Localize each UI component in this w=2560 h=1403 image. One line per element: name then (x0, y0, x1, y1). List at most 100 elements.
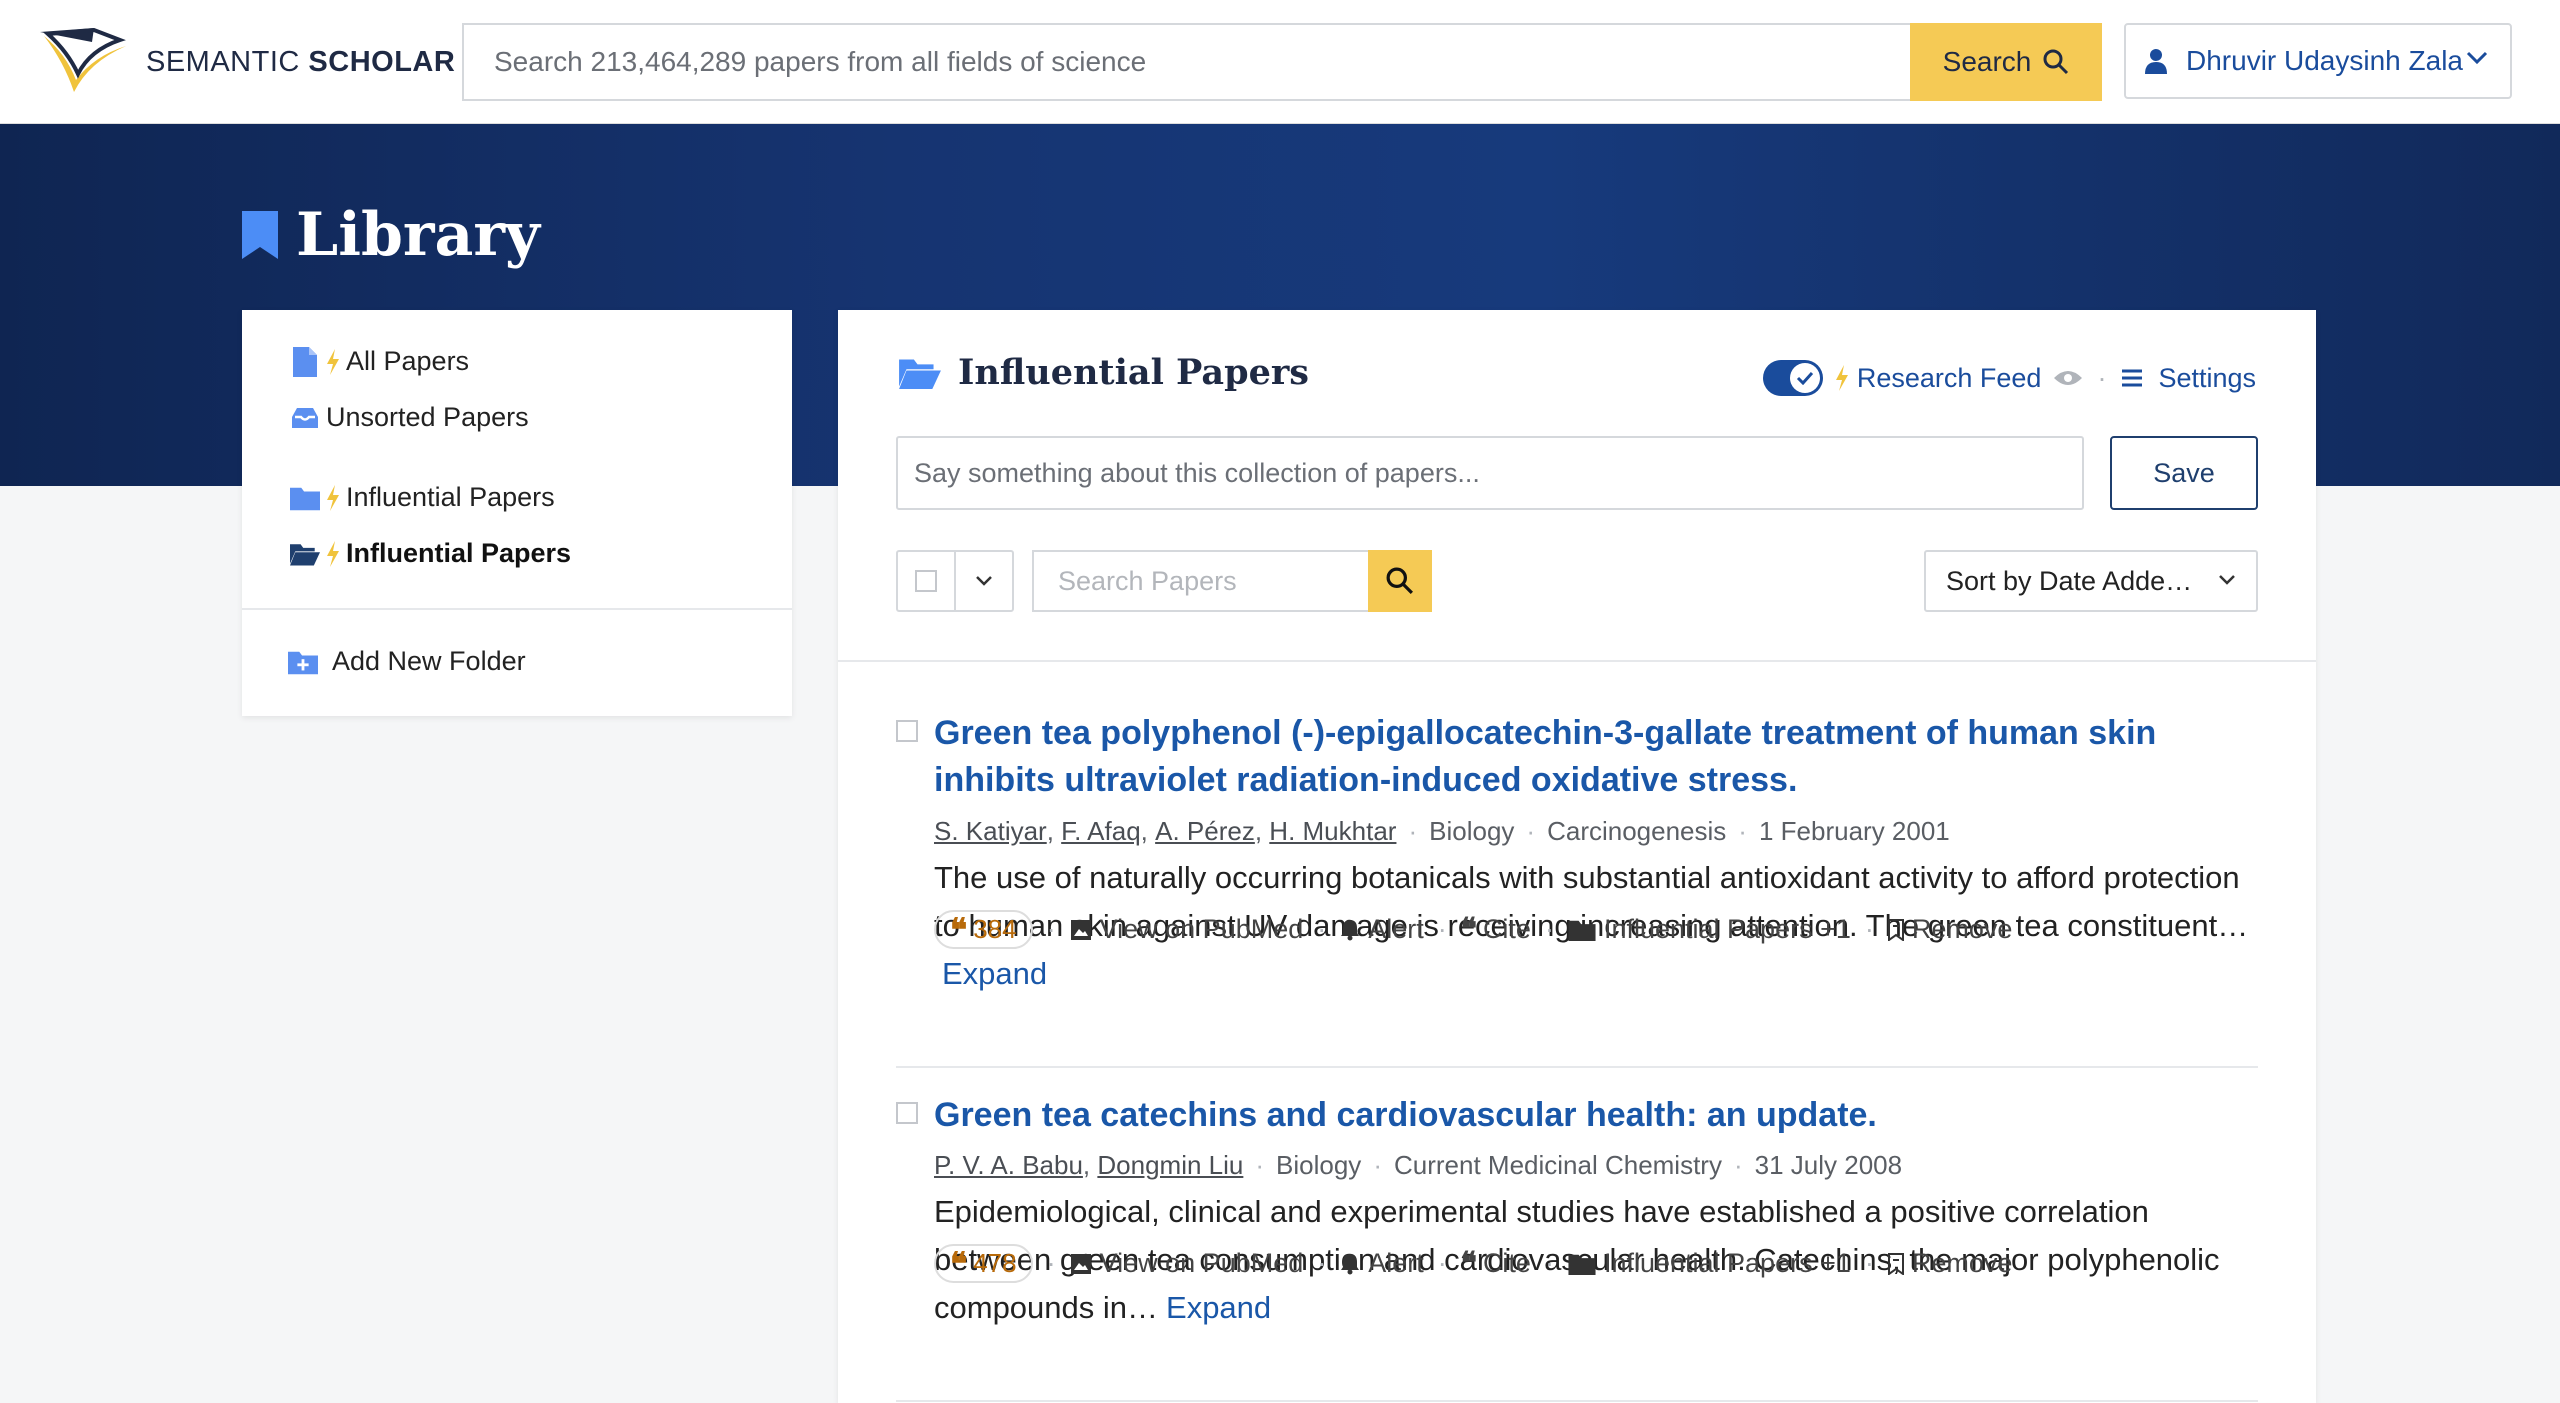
author-link[interactable]: Dongmin Liu (1097, 1150, 1243, 1181)
quote-icon: ❝ (1460, 1246, 1477, 1281)
sort-dropdown[interactable]: Sort by Date Adde… (1924, 550, 2258, 612)
semantic-scholar-logo[interactable]: SEMANTIC SCHOLAR (34, 22, 455, 102)
sort-label: Sort by Date Adde… (1946, 565, 2193, 596)
alert-button[interactable]: Alert (1340, 1248, 1424, 1279)
sidebar-divider (242, 608, 792, 610)
author-link[interactable]: S. Katiyar (934, 816, 1047, 847)
alert-button[interactable]: Alert (1340, 914, 1424, 945)
remove-button[interactable]: Remove (1887, 1248, 2012, 1279)
folder-icon (290, 487, 320, 510)
paper-meta: P. V. A. Babu, Dongmin Liu · Biology · Cur… (934, 1150, 1903, 1181)
toolbar-divider (838, 660, 2316, 662)
bolt-icon (327, 348, 339, 375)
inbox-icon (292, 407, 318, 428)
folder-panel: Influential Papers Research Feed · Setti… (838, 310, 2316, 1403)
separator-dot: · (2097, 362, 2107, 393)
bulk-select-control[interactable] (896, 550, 1014, 612)
search-button[interactable]: Search (1910, 23, 2102, 101)
research-feed-toggle[interactable] (1762, 360, 1823, 396)
quote-icon: ❝ (950, 910, 968, 949)
feed-controls: Research Feed · Settings (1762, 360, 2256, 396)
chevron-down-icon (2466, 51, 2488, 65)
author-link[interactable]: F. Afaq (1061, 816, 1141, 847)
paper-venue: Current Medicinal Chemistry (1393, 1150, 1722, 1180)
author-link[interactable]: H. Mukhtar (1269, 816, 1396, 847)
paper-actions: ❝ 384 · View on PubMed · Alert · ❝ Cite · … (934, 910, 2012, 949)
external-image-icon (1070, 919, 1091, 940)
sidebar-item-all-papers[interactable]: All Papers (290, 346, 469, 377)
global-search-input[interactable]: Search 213,464,289 papers from all field… (462, 23, 1910, 101)
author-link[interactable]: A. Pérez (1155, 816, 1255, 847)
citation-count-badge[interactable]: ❝ 478 (934, 1244, 1033, 1283)
logo-mark-icon (40, 27, 126, 92)
paper-date: 31 July 2008 (1754, 1150, 1903, 1180)
paper-field: Biology (1429, 816, 1515, 846)
bolt-icon (1835, 365, 1848, 391)
view-on-pubmed-link[interactable]: View on PubMed (1070, 1248, 1303, 1279)
folders-button[interactable]: Influential Papers +1 (1568, 914, 1851, 945)
document-icon (293, 346, 317, 377)
settings-sliders-icon (2122, 369, 2143, 387)
sidebar-item-unsorted-papers[interactable]: Unsorted Papers (290, 402, 529, 433)
paper-actions-row: ❝ 478 · View on PubMed · Alert · ❝ Cite · … (896, 1244, 2258, 1284)
collection-description-input[interactable]: Say something about this collection of p… (896, 436, 2084, 510)
view-on-pubmed-link[interactable]: View on PubMed (1070, 914, 1303, 945)
citation-count-badge[interactable]: ❝ 384 (934, 910, 1033, 949)
user-menu-button[interactable]: Dhruvir Udaysinh Zala (2124, 23, 2512, 99)
remove-button[interactable]: Remove (1887, 914, 2012, 945)
cite-button[interactable]: ❝ Cite (1461, 1246, 1531, 1281)
paper-title[interactable]: Green tea catechins and cardiovascular h… (934, 1092, 2264, 1139)
research-feed-label[interactable]: Research Feed (1857, 363, 2042, 394)
bookmark-remove-icon (1887, 1252, 1904, 1275)
sidebar-item-label: All Papers (346, 346, 470, 376)
search-placeholder: Search 213,464,289 papers from all field… (494, 46, 1147, 77)
search-button-label: Search (1942, 46, 2032, 77)
sidebar-item-label: Influential Papers (346, 538, 572, 568)
sidebar-item-influential-papers-active[interactable]: Influential Papers (290, 538, 571, 569)
save-button[interactable]: Save (2110, 436, 2258, 510)
user-name: Dhruvir Udaysinh Zala (2186, 45, 2463, 76)
search-papers-input[interactable]: Search Papers (1032, 550, 1368, 612)
quote-icon: ❝ (950, 1244, 968, 1283)
search-papers-button[interactable] (1368, 550, 1432, 612)
bolt-icon (327, 484, 339, 511)
paper-meta: S. Katiyar, F. Afaq, A. Pérez, H. Mukhta… (934, 816, 1950, 847)
bookmark-remove-icon (1887, 918, 1904, 941)
paper-title[interactable]: Green tea polyphenol (-)-epigallocatechi… (934, 710, 2264, 804)
bell-icon (1341, 919, 1360, 940)
folder-icon (1568, 1254, 1596, 1275)
paper-checkbox[interactable] (896, 720, 918, 742)
bolt-icon (327, 540, 339, 567)
bulk-select-dropdown[interactable] (956, 552, 1012, 610)
paper-checkbox[interactable] (896, 1102, 918, 1124)
chevron-down-icon (976, 576, 992, 586)
eye-icon[interactable] (2053, 368, 2083, 388)
folder-icon (1568, 920, 1596, 941)
sidebar-item-label: Influential Papers (346, 482, 555, 512)
bell-icon (1341, 1253, 1360, 1274)
sidebar-item-label: Unsorted Papers (326, 402, 529, 432)
add-new-folder-button[interactable]: Add New Folder (288, 646, 526, 677)
paper-date: 1 February 2001 (1758, 816, 1950, 846)
expand-link[interactable]: Expand (942, 956, 1047, 991)
bookmark-icon (242, 211, 278, 259)
settings-link[interactable]: Settings (2158, 363, 2256, 394)
search-icon (2043, 49, 2069, 75)
library-sidebar: All Papers Unsorted Papers Influential P… (242, 310, 792, 716)
author-link[interactable]: P. V. A. Babu (934, 1150, 1083, 1181)
check-icon (1796, 371, 1813, 385)
folders-button[interactable]: Influential Papers +1 (1568, 1248, 1851, 1279)
paper-actions-row: ❝ 384 · View on PubMed · Alert · ❝ Cite · … (896, 910, 2258, 950)
search-icon (1386, 567, 1413, 594)
folder-plus-icon (288, 651, 318, 674)
paper-divider (896, 1400, 2258, 1402)
folder-title: Influential Papers (898, 352, 1309, 393)
expand-link[interactable]: Expand (1166, 1290, 1271, 1325)
cite-button[interactable]: ❝ Cite (1461, 912, 1531, 947)
select-all-checkbox[interactable] (898, 552, 956, 610)
external-image-icon (1070, 1253, 1091, 1274)
sidebar-item-influential-papers[interactable]: Influential Papers (290, 482, 555, 513)
description-placeholder: Say something about this collection of p… (914, 457, 1480, 488)
logo-text: SEMANTIC SCHOLAR (146, 45, 456, 78)
paper-field: Biology (1276, 1150, 1362, 1180)
